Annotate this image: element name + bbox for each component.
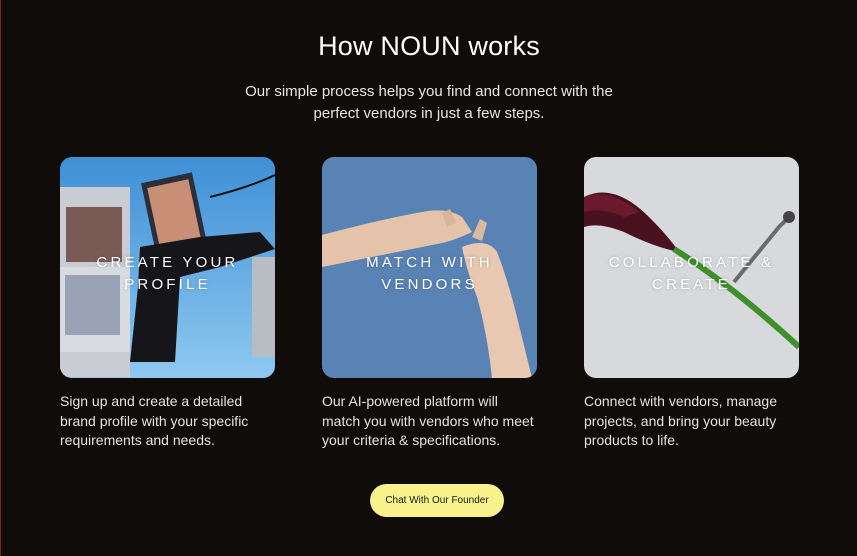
- step-label: MATCH WITH VENDORS: [366, 254, 493, 293]
- step-card-collaborate-create[interactable]: COLLABORATE & CREATE: [584, 157, 799, 378]
- step-label: CREATE YOUR PROFILE: [96, 254, 239, 293]
- section-subtitle: Our simple process helps you find and co…: [245, 83, 613, 122]
- step-label: COLLABORATE & CREATE: [608, 254, 775, 293]
- step-description: Our AI-powered platform will match you w…: [322, 393, 534, 448]
- step-card-create-profile[interactable]: CREATE YOUR PROFILE: [60, 157, 275, 378]
- chat-with-founder-button[interactable]: Chat With Our Founder: [370, 484, 504, 517]
- section-title: How NOUN works: [318, 31, 540, 61]
- step-card-match-vendors[interactable]: MATCH WITH VENDORS: [322, 157, 537, 378]
- step-description: Sign up and create a detailed brand prof…: [60, 393, 249, 448]
- step-description: Connect with vendors, manage projects, a…: [584, 393, 777, 448]
